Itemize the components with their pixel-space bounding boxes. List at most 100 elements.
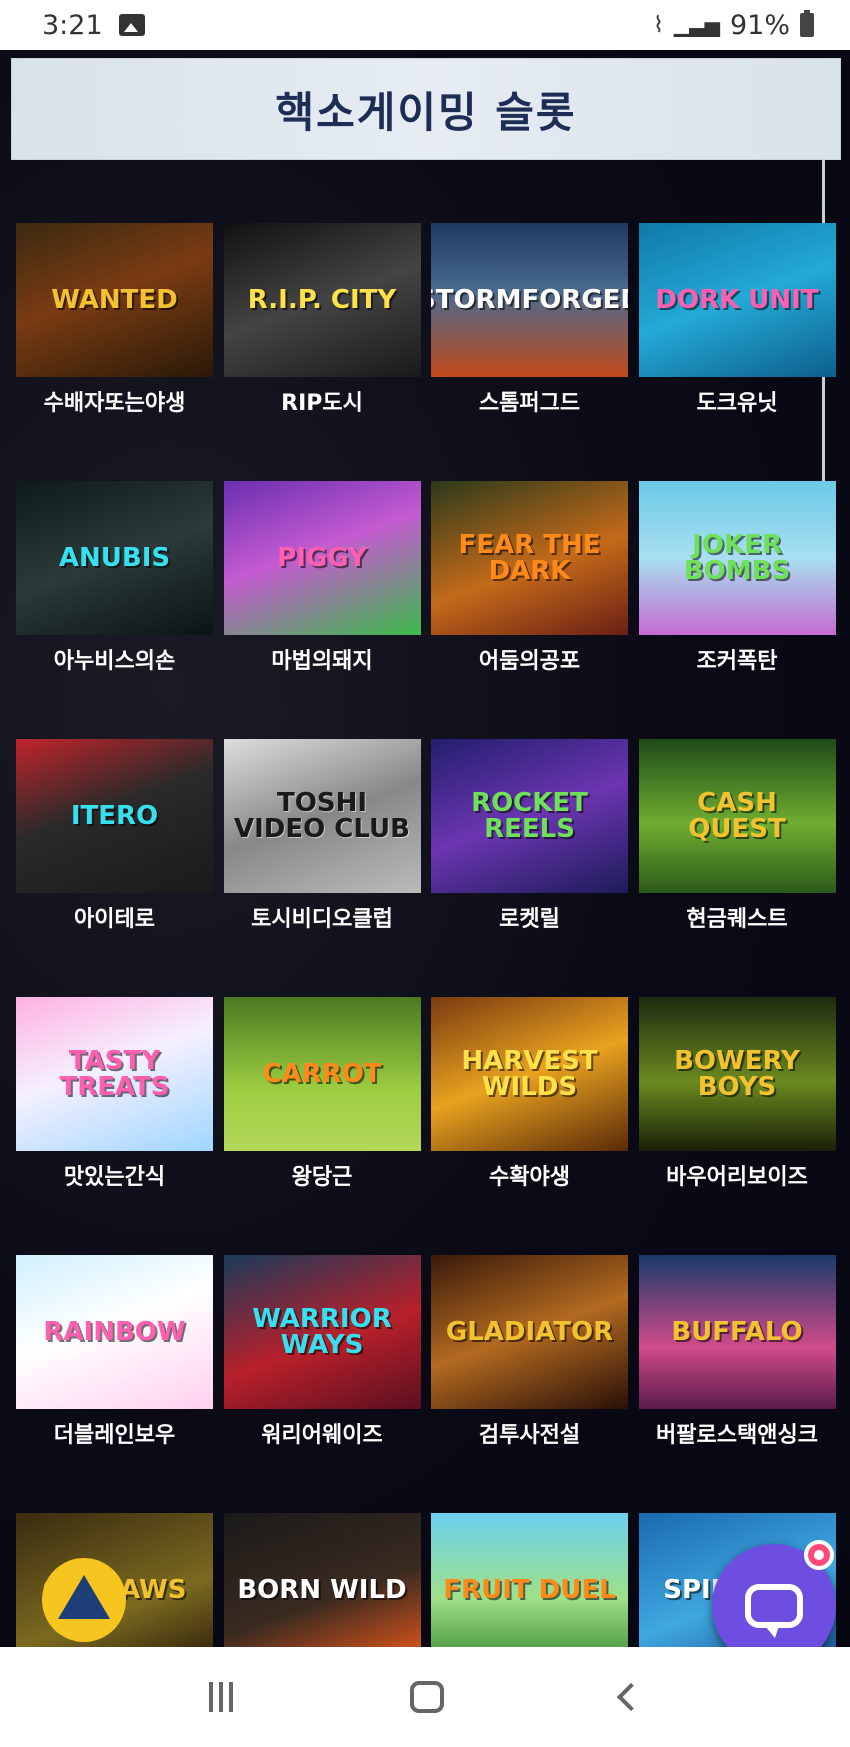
home-button[interactable] [409,1681,444,1713]
game-tile[interactable]: WARRIOR WAYS 워리어웨이즈 [223,1255,421,1513]
game-thumbnail-logo: JOKER BOMBS [683,530,791,586]
android-nav-bar [0,1647,850,1747]
game-tile[interactable]: TASTY TREATS 맛있는간식 [16,997,213,1255]
game-tile[interactable]: JOKER BOMBS 조커폭탄 [638,481,836,739]
gallery-notification-icon [118,14,145,36]
game-thumbnail-logo: BOWERY BOYS [674,1046,800,1102]
recent-apps-button[interactable] [208,1682,233,1712]
game-thumbnail-logo: WANTED [51,285,178,315]
game-title[interactable]: 현금퀘스트 [639,893,836,997]
game-thumbnail[interactable]: FRUIT DUEL [431,1513,628,1647]
game-thumbnail[interactable]: TOSHI VIDEO CLUB [223,739,421,893]
game-thumbnail-logo: FRUIT DUEL [443,1575,616,1605]
game-tile[interactable]: PIGGY 마법의돼지 [223,481,421,739]
game-thumbnail-logo: BUFFALO [671,1317,803,1347]
game-tile[interactable]: BUFFALO 버팔로스택앤싱크 [638,1255,836,1513]
game-tile[interactable]: STORMFORGED 스톰퍼그드 [431,223,628,481]
game-title[interactable]: 어둠의공포 [431,635,628,739]
game-thumbnail-logo: CASH QUEST [688,788,786,844]
game-thumbnail[interactable]: PIGGY [223,481,421,635]
game-thumbnail[interactable]: R.I.P. CITY [223,223,421,377]
game-thumbnail-logo: BORN WILD [237,1575,407,1605]
game-tile[interactable]: DORK UNIT 도크유닛 [638,223,836,481]
game-thumbnail-logo: TASTY TREATS [59,1046,170,1102]
game-title[interactable]: 아누비스의손 [16,635,213,739]
game-thumbnail-logo: R.I.P. CITY [247,285,397,315]
game-thumbnail[interactable]: JOKER BOMBS [638,481,836,635]
game-thumbnail[interactable]: STORMFORGED [431,223,628,377]
game-tile[interactable]: ROCKET REELS 로켓릴 [431,739,628,997]
page-content[interactable]: 핵소게이밍 슬롯 WANTED수배자또는야생R.I.P. CITYRIP도시ST… [0,50,850,1647]
game-thumbnail[interactable]: CARROT [223,997,421,1151]
game-title[interactable]: 조커폭탄 [639,635,836,739]
game-thumbnail-logo: WARRIOR WAYS [252,1304,392,1360]
status-time: 3:21 [42,9,103,41]
game-thumbnail-logo: ANUBIS [58,543,171,573]
game-thumbnail-logo: ROCKET REELS [471,788,588,844]
game-thumbnail[interactable]: RAINBOW [16,1255,213,1409]
game-thumbnail[interactable]: WANTED [16,223,213,377]
game-tile[interactable]: ITERO 아이테로 [16,739,213,997]
signal-icon: ▁▃▅ [673,13,720,37]
game-tile[interactable]: TOSHI VIDEO CLUB 토시비디오클럽 [223,739,421,997]
game-title[interactable]: 버팔로스택앤싱크 [639,1409,836,1513]
game-title[interactable]: RIP도시 [224,377,421,481]
game-thumbnail[interactable]: ITERO [16,739,213,893]
game-tile[interactable]: ANUBIS 아누비스의손 [16,481,213,739]
game-thumbnail-logo: HARVEST WILDS [461,1046,598,1102]
game-title[interactable]: 로켓릴 [431,893,628,997]
game-thumbnail-logo: ITERO [70,801,159,831]
game-title[interactable]: 검투사전설 [431,1409,628,1513]
game-tile[interactable]: FEAR THE DARK 어둠의공포 [431,481,628,739]
game-thumbnail[interactable]: FEAR THE DARK [431,481,628,635]
accessibility-icon [58,1575,110,1619]
game-thumbnail[interactable]: HARVEST WILDS [431,997,628,1151]
game-thumbnail-logo: GLADIATOR [445,1317,614,1347]
game-title[interactable]: 마법의돼지 [224,635,421,739]
game-title[interactable]: 스톰퍼그드 [431,377,628,481]
game-title[interactable]: 아이테로 [16,893,213,997]
game-thumbnail[interactable]: WARRIOR WAYS [223,1255,421,1409]
game-tile[interactable]: CARROT 왕당근 [223,997,421,1255]
chat-notification-badge [804,1540,834,1570]
game-thumbnail[interactable]: BOWERY BOYS [638,997,836,1151]
game-thumbnail-logo: STORMFORGED [431,285,628,315]
game-thumbnail[interactable]: ANUBIS [16,481,213,635]
game-thumbnail[interactable]: DORK UNIT [638,223,836,377]
game-thumbnail[interactable]: ROCKET REELS [431,739,628,893]
accessibility-button[interactable] [42,1558,126,1642]
game-title[interactable]: 더블레인보우 [16,1409,213,1513]
game-tile[interactable]: RAINBOW 더블레인보우 [16,1255,213,1513]
game-title[interactable]: 워리어웨이즈 [224,1409,421,1513]
status-left: 3:21 [42,10,145,41]
game-tile[interactable]: WANTED 수배자또는야생 [16,223,213,481]
game-thumbnail-logo: FEAR THE DARK [458,530,601,586]
game-tile[interactable]: BORN WILD [223,1513,421,1647]
status-bar: 3:21 ⌇ ▁▃▅ 91% [0,0,850,50]
chat-icon [745,1584,803,1638]
battery-percent: 91% [729,9,790,41]
game-tile[interactable]: R.I.P. CITY RIP도시 [223,223,421,481]
game-title[interactable]: 맛있는간식 [16,1151,213,1255]
game-tile[interactable]: HARVEST WILDS 수확야생 [431,997,628,1255]
game-thumbnail[interactable]: GLADIATOR [431,1255,628,1409]
game-title[interactable]: 도크유닛 [639,377,836,481]
back-button[interactable] [617,1682,646,1712]
game-title[interactable]: 왕당근 [224,1151,421,1255]
game-thumbnail[interactable]: TASTY TREATS [16,997,213,1151]
game-tile[interactable]: FRUIT DUEL [431,1513,628,1647]
game-thumbnail-logo: TOSHI VIDEO CLUB [234,788,410,844]
game-tile[interactable]: CASH QUEST 현금퀘스트 [638,739,836,997]
game-title[interactable]: 수배자또는야생 [16,377,213,481]
game-tile[interactable]: GLADIATOR 검투사전설 [431,1255,628,1513]
wifi-icon: ⌇ [653,12,664,38]
title-banner: 핵소게이밍 슬롯 [11,58,841,160]
game-thumbnail[interactable]: CASH QUEST [638,739,836,893]
game-thumbnail[interactable]: BUFFALO [638,1255,836,1409]
game-tile[interactable]: BOWERY BOYS 바우어리보이즈 [638,997,836,1255]
game-title[interactable]: 바우어리보이즈 [639,1151,836,1255]
game-title[interactable]: 토시비디오클럽 [224,893,421,997]
game-thumbnail[interactable]: BORN WILD [223,1513,421,1647]
game-title[interactable]: 수확야생 [431,1151,628,1255]
game-thumbnail-logo: RAINBOW [43,1317,186,1347]
